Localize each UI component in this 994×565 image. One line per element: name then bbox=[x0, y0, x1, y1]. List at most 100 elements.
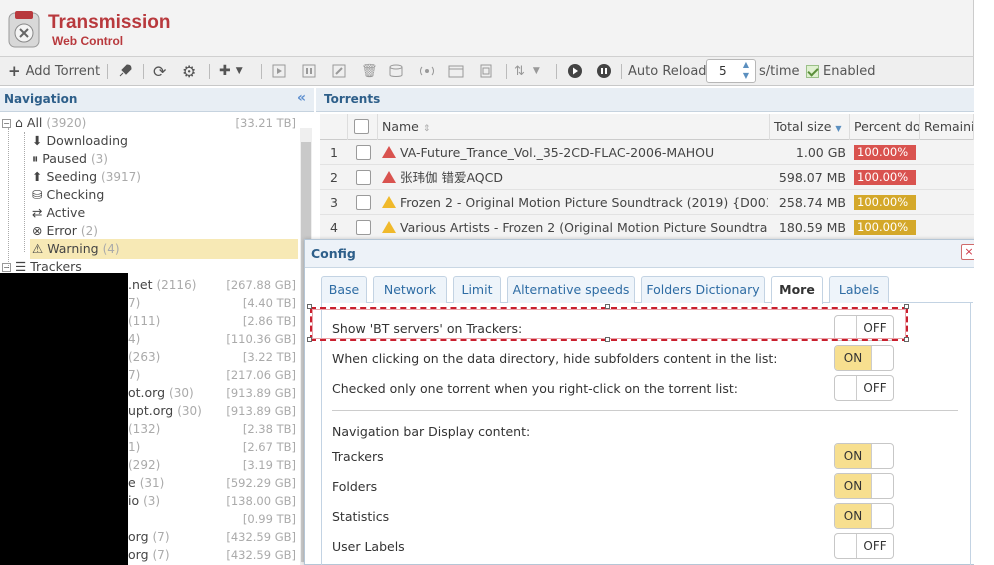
config-tabs: Base Network Limit Alternative speeds Fo… bbox=[321, 276, 973, 304]
tab-alternative-speeds[interactable]: Alternative speeds bbox=[507, 276, 635, 303]
row-number: 2 bbox=[330, 170, 338, 185]
tracker-item[interactable]: .net (2116) bbox=[128, 276, 196, 294]
collapse-tree-icon[interactable]: − bbox=[2, 263, 11, 272]
resize-handle[interactable] bbox=[904, 304, 909, 309]
resize-handle[interactable] bbox=[904, 337, 909, 342]
toggle-knob bbox=[871, 444, 893, 468]
tracker-count: (263) bbox=[128, 350, 161, 364]
plugin-icon[interactable]: ✚ ▼ bbox=[219, 57, 243, 85]
nav-item-error[interactable]: ⊗ Error (2) bbox=[32, 222, 98, 240]
tracker-item[interactable]: upt.org (30) bbox=[128, 402, 202, 420]
resize-handle[interactable] bbox=[605, 337, 610, 342]
tracker-item[interactable]: 7) bbox=[128, 366, 140, 384]
refresh-icon[interactable]: ⟳ bbox=[153, 57, 166, 85]
add-torrent-button[interactable]: + Add Torrent bbox=[8, 57, 100, 85]
torrent-size: 258.74 MB bbox=[778, 195, 846, 210]
table-row[interactable]: 3 Frozen 2 - Original Motion Picture Sou… bbox=[320, 190, 974, 215]
tracker-item[interactable]: io (3) bbox=[128, 492, 160, 510]
toggle-hide-subfolders[interactable]: ON bbox=[834, 345, 894, 371]
copy-icon[interactable] bbox=[478, 57, 494, 85]
edit-icon[interactable] bbox=[332, 57, 346, 85]
row-checkbox[interactable] bbox=[356, 170, 371, 185]
collapse-panel-icon[interactable]: « bbox=[297, 90, 306, 106]
database-icon[interactable] bbox=[389, 57, 405, 85]
tracker-item[interactable]: (263) bbox=[128, 348, 160, 366]
tracker-item[interactable]: (132) bbox=[128, 420, 160, 438]
toolbar-separator bbox=[209, 64, 210, 79]
nav-item-active[interactable]: ⇄ Active bbox=[32, 204, 85, 222]
nav-item-all[interactable]: − ⌂ All (3920) bbox=[2, 114, 86, 132]
tracker-item[interactable]: ot.org (30) bbox=[128, 384, 194, 402]
toggle-trackers[interactable]: ON bbox=[834, 443, 894, 469]
table-row[interactable]: 2 张玮伽 错爱AQCD 598.07 MB 100.00% bbox=[320, 165, 974, 190]
tracker-item[interactable]: 1) bbox=[128, 438, 140, 456]
resize-handle[interactable] bbox=[307, 304, 312, 309]
auto-reload-label: Auto Reload: bbox=[628, 63, 711, 79]
row-checkbox[interactable] bbox=[356, 220, 371, 235]
nav-item-warning[interactable]: ⚠ Warning (4) bbox=[32, 240, 120, 258]
column-remaining[interactable]: Remainin bbox=[920, 114, 974, 140]
table-row[interactable]: 1 VA-Future_Trance_Vol._35-2CD-FLAC-2006… bbox=[320, 140, 974, 165]
tab-labels[interactable]: Labels bbox=[829, 276, 889, 303]
sort-icon[interactable]: ⇅ ▼ bbox=[514, 57, 540, 85]
option-user-labels-label: User Labels bbox=[332, 539, 405, 554]
nav-item-downloading[interactable]: ⬇ Downloading bbox=[32, 132, 128, 150]
table-row[interactable]: 4 Various Artists - Frozen 2 (Original M… bbox=[320, 215, 974, 240]
start-icon[interactable] bbox=[272, 57, 286, 85]
nav-paused-count: (3) bbox=[90, 152, 108, 166]
tab-base[interactable]: Base bbox=[321, 276, 367, 303]
toggle-statistics[interactable]: ON bbox=[834, 503, 894, 529]
column-name[interactable]: Name ⇕ bbox=[378, 114, 770, 140]
torrent-name-cell: 张玮伽 错爱AQCD bbox=[382, 165, 768, 190]
toggle-folders[interactable]: ON bbox=[834, 473, 894, 499]
folder-icon[interactable] bbox=[448, 57, 464, 85]
tracker-item[interactable]: e (31) bbox=[128, 474, 164, 492]
trash-icon[interactable]: 🗑 bbox=[361, 57, 378, 85]
select-all-checkbox[interactable] bbox=[354, 119, 369, 134]
page-margin bbox=[974, 0, 994, 565]
toggle-check-only-one[interactable]: OFF bbox=[834, 375, 894, 401]
resize-handle[interactable] bbox=[307, 337, 312, 342]
nav-item-checking[interactable]: ⛁ Checking bbox=[32, 186, 104, 204]
collapse-tree-icon[interactable]: − bbox=[2, 119, 11, 128]
tab-folders-dictionary[interactable]: Folders Dictionary bbox=[641, 276, 765, 303]
config-dialog: Config × Base Network Limit Alternative … bbox=[304, 239, 977, 565]
tracker-item[interactable]: 7) bbox=[128, 294, 140, 312]
start-all-icon[interactable] bbox=[567, 57, 583, 85]
tracker-item[interactable]: (111) bbox=[128, 312, 160, 330]
tracker-count: (7) bbox=[152, 530, 170, 544]
column-total-size[interactable]: Total size ▼ bbox=[770, 114, 850, 140]
row-checkbox[interactable] bbox=[356, 145, 371, 160]
tab-network[interactable]: Network bbox=[373, 276, 447, 303]
pause-icon[interactable] bbox=[302, 57, 316, 85]
option-folders-label: Folders bbox=[332, 479, 378, 494]
tracker-item[interactable]: org (7) bbox=[128, 546, 170, 564]
app-window: Transmission Web Control + Add Torrent ⟳… bbox=[0, 0, 994, 565]
nav-item-seeding[interactable]: ⬆ Seeding (3917) bbox=[32, 168, 141, 186]
toggle-knob bbox=[871, 346, 893, 370]
pause-all-icon[interactable] bbox=[596, 57, 612, 85]
tracker-count: (7) bbox=[152, 548, 170, 562]
gear-icon[interactable]: ⚙ bbox=[182, 57, 196, 85]
tab-more[interactable]: More bbox=[771, 276, 823, 304]
spin-down-icon[interactable]: ▼ bbox=[740, 71, 752, 80]
tracker-item[interactable]: (292) bbox=[128, 456, 160, 474]
resize-handle[interactable] bbox=[605, 304, 610, 309]
sort-desc-icon: ▼ bbox=[835, 124, 842, 133]
tree-guide bbox=[24, 132, 25, 252]
tab-limit[interactable]: Limit bbox=[453, 276, 501, 303]
option-statistics-label: Statistics bbox=[332, 509, 390, 524]
auto-reload-enabled-checkbox[interactable]: Enabled bbox=[806, 57, 876, 85]
toggle-user-labels[interactable]: OFF bbox=[834, 533, 894, 559]
tracker-item[interactable]: 4) bbox=[128, 330, 140, 348]
rocket-icon[interactable] bbox=[117, 57, 133, 85]
spin-up-icon[interactable]: ▲ bbox=[740, 60, 752, 69]
broadcast-icon[interactable] bbox=[419, 57, 435, 85]
tracker-size: [432.59 GB] bbox=[226, 530, 296, 544]
column-percent-done[interactable]: Percent dor bbox=[850, 114, 920, 140]
tracker-item[interactable]: org (7) bbox=[128, 528, 170, 546]
tracker-count: (111) bbox=[128, 314, 161, 328]
nav-item-paused[interactable]: ⏸ Paused (3) bbox=[32, 150, 108, 168]
nav-display-section-label: Navigation bar Display content: bbox=[332, 424, 531, 439]
row-checkbox[interactable] bbox=[356, 195, 371, 210]
